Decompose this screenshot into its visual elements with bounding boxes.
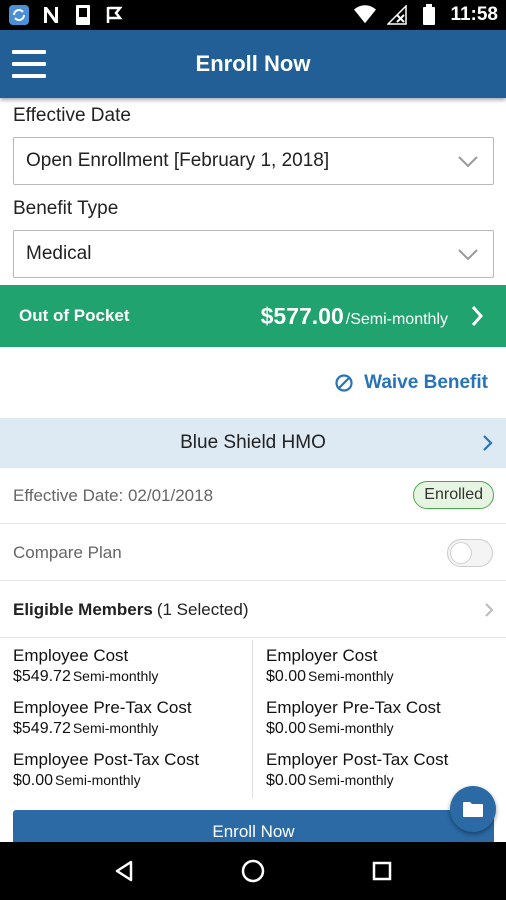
plan-effective-date: Effective Date: 02/01/2018 <box>13 485 214 505</box>
back-icon[interactable] <box>104 851 144 891</box>
eligible-members-label: Eligible Members <box>13 599 153 619</box>
cost-grid: Employee Cost $549.72 Semi-monthly Employ… <box>0 640 506 798</box>
out-of-pocket-period: /Semi-monthly <box>345 310 448 328</box>
waive-benefit-button[interactable]: Waive Benefit <box>334 372 488 394</box>
battery-icon <box>418 4 440 26</box>
plan-name: Blue Shield HMO <box>180 432 326 453</box>
flag-icon <box>104 4 126 26</box>
chevron-right-icon <box>483 435 493 451</box>
plan-effective-date-row: Effective Date: 02/01/2018 Enrolled <box>0 468 506 524</box>
n-notification-icon <box>40 4 62 26</box>
chevron-down-icon <box>458 249 478 261</box>
compare-plan-row: Compare Plan <box>0 525 506 581</box>
benefit-type-select[interactable]: Medical <box>13 230 494 278</box>
effective-date-value: Open Enrollment [February 1, 2018] <box>26 150 330 171</box>
compare-plan-label: Compare Plan <box>13 542 122 562</box>
hamburger-menu-icon[interactable] <box>12 50 46 78</box>
plan-header[interactable]: Blue Shield HMO <box>0 418 506 468</box>
chevron-right-icon <box>485 603 494 617</box>
employer-cost: Employer Cost $0.00 Semi-monthly <box>266 646 394 685</box>
no-signal-icon <box>386 4 408 26</box>
employer-pre-tax-cost: Employer Pre-Tax Cost $0.00 Semi-monthly <box>266 698 441 737</box>
effective-date-select[interactable]: Open Enrollment [February 1, 2018] <box>13 137 494 185</box>
employee-costs: Employee Cost $549.72 Semi-monthly Employ… <box>0 640 253 798</box>
clock: 11:58 <box>450 4 498 25</box>
status-bar: 11:58 <box>0 0 506 30</box>
out-of-pocket-amount: $577.00 /Semi-monthly <box>261 303 448 330</box>
page-title: Enroll Now <box>195 51 311 76</box>
eligible-members-count: (1 Selected) <box>156 599 249 619</box>
waive-benefit-label: Waive Benefit <box>364 372 488 393</box>
sync-icon <box>8 4 30 26</box>
system-nav-bar <box>0 842 506 900</box>
eligible-members-row[interactable]: Eligible Members (1 Selected) <box>0 582 506 638</box>
recents-icon[interactable] <box>362 851 402 891</box>
out-of-pocket-bar[interactable]: Out of Pocket $577.00 /Semi-monthly <box>0 285 506 347</box>
employee-pre-tax-cost: Employee Pre-Tax Cost $549.72 Semi-monthl… <box>13 698 192 737</box>
device-icon <box>72 4 94 26</box>
employer-costs: Employer Cost $0.00 Semi-monthly Employer… <box>253 640 506 798</box>
benefit-type-label: Benefit Type <box>13 198 119 219</box>
status-badge: Enrolled <box>413 481 494 509</box>
effective-date-label: Effective Date <box>13 105 131 126</box>
employer-post-tax-cost: Employer Post-Tax Cost $0.00 Semi-monthly <box>266 750 449 789</box>
benefit-type-value: Medical <box>26 243 92 264</box>
compare-plan-toggle[interactable] <box>447 539 493 567</box>
home-icon[interactable] <box>233 851 273 891</box>
block-icon <box>335 374 353 392</box>
chevron-down-icon <box>458 156 478 168</box>
employee-cost: Employee Cost $549.72 Semi-monthly <box>13 646 159 685</box>
out-of-pocket-label: Out of Pocket <box>19 306 130 325</box>
app-bar: Enroll Now <box>0 30 506 98</box>
out-of-pocket-value: $577.00 <box>260 302 344 329</box>
wifi-icon <box>354 4 377 26</box>
chevron-right-icon <box>471 306 484 326</box>
folder-icon[interactable] <box>450 786 496 832</box>
employee-post-tax-cost: Employee Post-Tax Cost $0.00 Semi-monthly <box>13 750 200 789</box>
